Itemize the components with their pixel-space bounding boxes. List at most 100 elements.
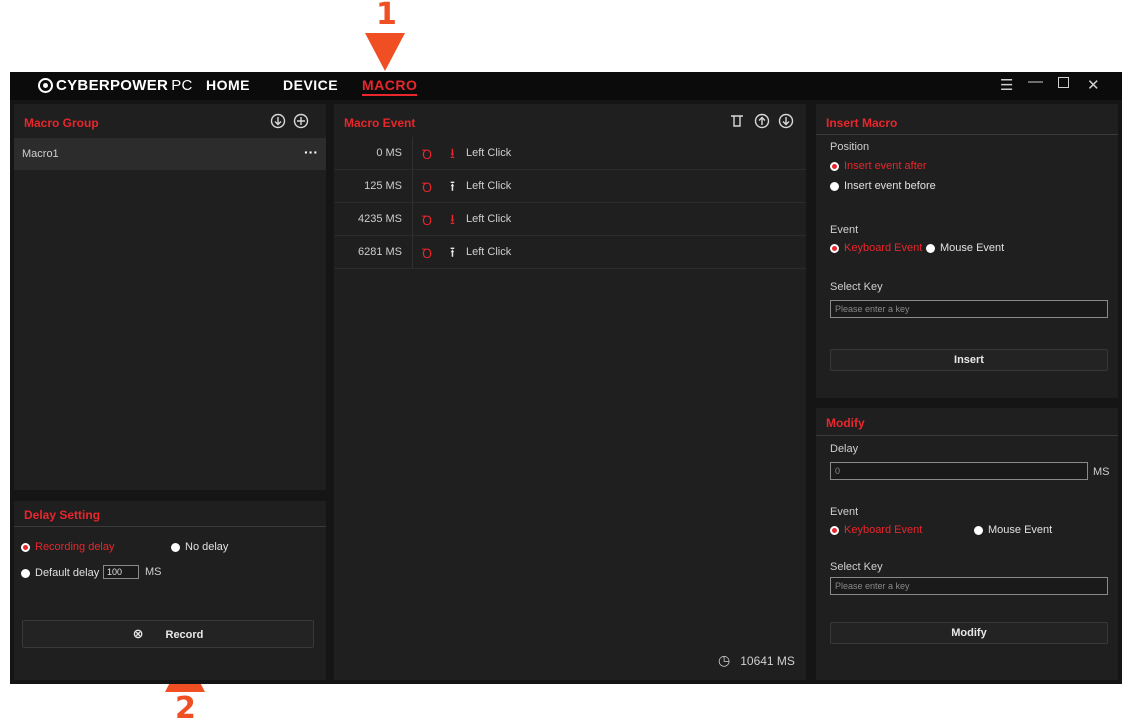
brand-logo: CYBERPOWER PC bbox=[38, 77, 193, 94]
event-row[interactable]: 4235 MS Ꝺ ⭳ Left Click bbox=[334, 203, 806, 236]
modify-panel: Modify Delay 0 MS Event Keyboard Event M… bbox=[816, 408, 1118, 680]
event-row[interactable]: 125 MS Ꝺ ⭱ Left Click bbox=[334, 170, 806, 203]
default-delay-radio[interactable]: Default delay bbox=[21, 567, 99, 579]
clock-icon: ◷ bbox=[718, 652, 731, 668]
radio-dot bbox=[21, 568, 30, 578]
mouse-event-radio[interactable]: Mouse Event bbox=[974, 524, 1052, 536]
mouse-icon: Ꝺ bbox=[422, 213, 433, 228]
delay-label: Delay bbox=[830, 443, 859, 455]
mouse-icon: Ꝺ bbox=[422, 246, 433, 261]
callout-number-2: 2 bbox=[175, 691, 196, 726]
nav-device[interactable]: DEVICE bbox=[283, 77, 338, 93]
nav-home[interactable]: HOME bbox=[206, 77, 250, 93]
move-up-icon[interactable] bbox=[754, 113, 770, 132]
event-row[interactable]: 0 MS Ꝺ ⭳ Left Click bbox=[334, 137, 806, 170]
delay-setting-panel: Delay Setting Recording delay No delay D… bbox=[14, 501, 326, 680]
delete-icon[interactable] bbox=[730, 113, 744, 132]
radio-dot bbox=[974, 525, 983, 535]
select-key-label: Select Key bbox=[830, 281, 883, 293]
mouse-event-label: Mouse Event bbox=[940, 242, 1005, 254]
divider bbox=[412, 236, 413, 269]
move-down-icon[interactable] bbox=[778, 113, 794, 132]
event-time: 125 MS bbox=[364, 180, 402, 192]
recording-delay-radio[interactable]: Recording delay bbox=[21, 541, 115, 553]
divider bbox=[412, 170, 413, 203]
record-button[interactable]: ⊗ Record bbox=[22, 620, 314, 648]
event-label: Left Click bbox=[466, 147, 512, 159]
insert-after-label: Insert event after bbox=[844, 160, 927, 172]
callout-arrow-down bbox=[365, 33, 405, 71]
insert-before-radio[interactable]: Insert event before bbox=[830, 180, 936, 192]
delay-setting-title: Delay Setting bbox=[24, 508, 101, 522]
macro-event-panel: Macro Event 0 MS Ꝺ ⭳ Left Click 125 MS Ꝺ… bbox=[334, 104, 806, 680]
no-delay-radio[interactable]: No delay bbox=[171, 541, 228, 553]
event-label: Left Click bbox=[466, 246, 512, 258]
event-row[interactable]: 6281 MS Ꝺ ⭱ Left Click bbox=[334, 236, 806, 269]
modify-button[interactable]: Modify bbox=[830, 622, 1108, 644]
radio-dot bbox=[171, 542, 180, 552]
total-time-value: 10641 MS bbox=[740, 653, 795, 668]
minimize-icon[interactable]: — bbox=[1028, 73, 1043, 90]
delay-unit-label: MS bbox=[145, 566, 162, 578]
import-icon[interactable] bbox=[270, 113, 286, 132]
mouse-icon: Ꝺ bbox=[422, 180, 433, 195]
keyboard-event-radio[interactable]: Keyboard Event bbox=[830, 524, 922, 536]
nav-macro[interactable]: MACRO bbox=[362, 77, 418, 96]
add-icon[interactable] bbox=[293, 113, 309, 132]
delay-unit-label: MS bbox=[1093, 466, 1110, 478]
macro-event-title: Macro Event bbox=[344, 116, 416, 130]
keyboard-event-radio[interactable]: Keyboard Event bbox=[830, 242, 922, 254]
no-delay-label: No delay bbox=[185, 541, 229, 553]
more-options-icon[interactable]: ··· bbox=[304, 144, 318, 160]
arrow-down-icon: ⭳ bbox=[450, 211, 455, 227]
divider bbox=[816, 435, 1118, 436]
divider bbox=[412, 137, 413, 170]
event-label: Left Click bbox=[466, 180, 512, 192]
radio-dot-selected bbox=[830, 161, 839, 171]
logo-icon bbox=[38, 78, 53, 93]
insert-macro-panel: Insert Macro Position Insert event after… bbox=[816, 104, 1118, 398]
divider bbox=[412, 203, 413, 236]
insert-before-label: Insert event before bbox=[844, 180, 936, 192]
event-label: Event bbox=[830, 224, 859, 236]
modify-title: Modify bbox=[826, 416, 865, 430]
position-label: Position bbox=[830, 141, 870, 153]
record-label: Record bbox=[165, 629, 204, 641]
event-label: Left Click bbox=[466, 213, 512, 225]
default-delay-input[interactable]: 100 bbox=[103, 565, 139, 579]
radio-dot bbox=[830, 181, 839, 191]
radio-dot-selected bbox=[830, 243, 839, 253]
radio-dot-selected bbox=[21, 542, 30, 552]
callout-number-1: 1 bbox=[376, 0, 397, 32]
event-time: 0 MS bbox=[376, 147, 402, 159]
mouse-icon: Ꝺ bbox=[422, 147, 433, 162]
event-time: 4235 MS bbox=[357, 213, 402, 225]
logo-text: CYBERPOWER bbox=[56, 77, 169, 94]
mouse-event-radio[interactable]: Mouse Event bbox=[926, 242, 1004, 254]
select-key-input[interactable]: Please enter a key bbox=[830, 577, 1108, 595]
arrow-down-icon: ⭳ bbox=[450, 145, 455, 161]
macro-group-panel: Macro Group Macro1 ··· bbox=[14, 104, 326, 490]
record-icon: ⊗ bbox=[132, 626, 144, 641]
recording-delay-label: Recording delay bbox=[35, 541, 115, 553]
close-icon[interactable]: ✕ bbox=[1087, 76, 1100, 94]
delay-input[interactable]: 0 bbox=[830, 462, 1088, 480]
app-window: CYBERPOWER PC HOME DEVICE MACRO ☰ — ✕ Mac… bbox=[10, 72, 1122, 684]
total-time: ◷ 10641 MS bbox=[718, 652, 795, 669]
insert-button[interactable]: Insert bbox=[830, 349, 1108, 371]
maximize-icon[interactable] bbox=[1058, 75, 1069, 92]
macro-list-item[interactable]: Macro1 ··· bbox=[14, 138, 326, 170]
title-bar: CYBERPOWER PC HOME DEVICE MACRO ☰ — ✕ bbox=[10, 72, 1122, 100]
event-label: Event bbox=[830, 506, 859, 518]
radio-dot bbox=[926, 243, 935, 253]
menu-icon[interactable]: ☰ bbox=[1000, 76, 1013, 94]
radio-dot-selected bbox=[830, 525, 839, 535]
mouse-event-label: Mouse Event bbox=[988, 524, 1053, 536]
insert-after-radio[interactable]: Insert event after bbox=[830, 160, 927, 172]
insert-macro-title: Insert Macro bbox=[826, 116, 898, 130]
logo-text-pc: PC bbox=[171, 77, 193, 94]
select-key-input[interactable]: Please enter a key bbox=[830, 300, 1108, 318]
default-delay-label: Default delay bbox=[35, 567, 100, 579]
arrow-up-icon: ⭱ bbox=[450, 178, 455, 194]
divider bbox=[816, 134, 1118, 135]
